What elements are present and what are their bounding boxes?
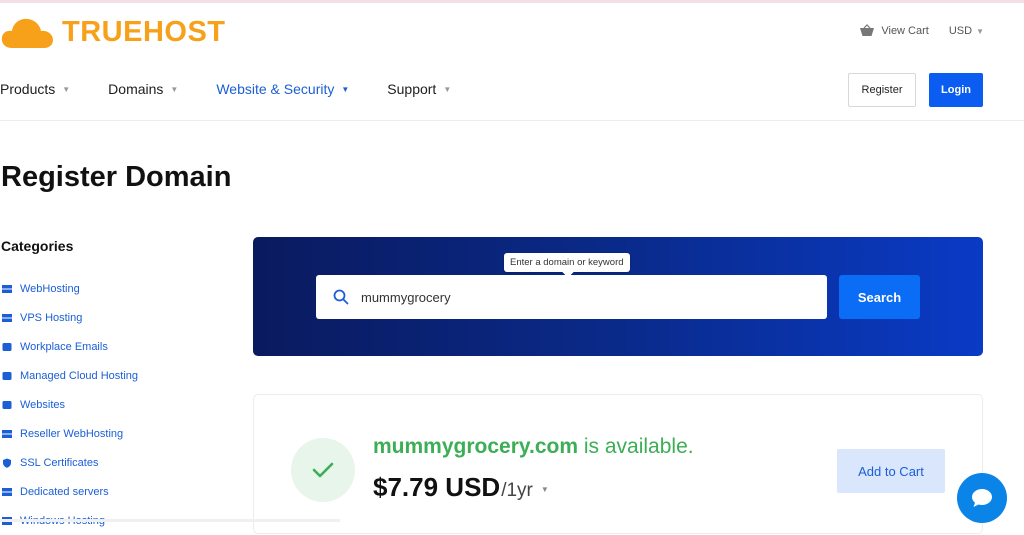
chevron-down-icon: ▼ xyxy=(443,84,452,94)
nav-item-products[interactable]: Products ▼ xyxy=(0,81,70,97)
chevron-down-icon[interactable]: ▼ xyxy=(541,485,549,494)
top-accent-line xyxy=(0,0,1024,3)
chevron-down-icon: ▼ xyxy=(341,84,350,94)
categories-list: WebHosting VPS Hosting Workplace Emails … xyxy=(2,274,138,535)
search-box[interactable] xyxy=(316,275,827,319)
category-item-webhosting[interactable]: WebHosting xyxy=(2,274,138,303)
categories-heading: Categories xyxy=(1,238,74,254)
cloud-logo-icon xyxy=(1,18,54,48)
currency-selector[interactable]: USD ▼ xyxy=(949,25,984,37)
category-label: WebHosting xyxy=(20,282,80,295)
chevron-down-icon: ▼ xyxy=(976,27,984,36)
server-icon xyxy=(2,429,12,438)
header-divider xyxy=(0,120,1024,121)
category-label: Managed Cloud Hosting xyxy=(20,369,139,382)
nav-item-label: Support xyxy=(387,81,437,97)
category-label: Dedicated servers xyxy=(20,485,109,498)
nav-item-label: Products xyxy=(0,81,56,97)
main-nav: Products ▼ Domains ▼ Website & Security ▼ S… xyxy=(0,81,489,97)
server-icon xyxy=(2,313,12,322)
nav-item-domains[interactable]: Domains ▼ xyxy=(108,81,178,97)
category-label: Websites xyxy=(20,398,66,411)
category-item-managed-cloud-hosting[interactable]: Managed Cloud Hosting xyxy=(2,361,138,390)
price-line: $7.79 USD /1yr ▼ xyxy=(373,472,549,503)
nav-item-website-security[interactable]: Website & Security ▼ xyxy=(216,81,349,97)
category-item-vps-hosting[interactable]: VPS Hosting xyxy=(2,303,138,332)
box-icon xyxy=(2,371,12,380)
login-button[interactable]: Login xyxy=(929,73,983,107)
category-item-workplace-emails[interactable]: Workplace Emails xyxy=(2,332,138,361)
nav-item-support[interactable]: Support ▼ xyxy=(387,81,451,97)
category-label: Workplace Emails xyxy=(20,340,108,353)
result-status-text: is available. xyxy=(578,435,694,458)
nav-item-label: Domains xyxy=(108,81,164,97)
billing-period-selector[interactable]: /1yr xyxy=(501,480,533,502)
category-label: VPS Hosting xyxy=(20,311,83,324)
brand-name: TRUEHOST xyxy=(62,15,226,48)
category-item-websites[interactable]: Websites xyxy=(2,390,138,419)
category-item-dedicated-servers[interactable]: Dedicated servers xyxy=(2,477,138,506)
shield-icon xyxy=(3,458,11,468)
chevron-down-icon: ▼ xyxy=(170,84,179,94)
chevron-down-icon: ▼ xyxy=(62,84,71,94)
search-icon xyxy=(333,289,349,305)
available-check-badge xyxy=(291,438,355,502)
nav-item-label: Website & Security xyxy=(216,81,335,97)
domain-price: $7.79 USD xyxy=(373,472,501,502)
server-icon xyxy=(2,284,12,293)
search-tooltip: Enter a domain or keyword xyxy=(504,253,630,272)
search-button[interactable]: Search xyxy=(839,275,920,319)
box-icon xyxy=(2,400,12,409)
checkmark-icon xyxy=(312,462,334,478)
domain-search-input[interactable] xyxy=(361,289,801,305)
category-item-ssl-certificates[interactable]: SSL Certificates xyxy=(2,448,138,477)
chat-bubble-icon xyxy=(972,489,992,507)
add-to-cart-button[interactable]: Add to Cart xyxy=(837,449,945,493)
truehost-logo[interactable]: TRUEHOST xyxy=(0,14,226,50)
view-cart-link[interactable]: View Cart xyxy=(881,25,928,37)
category-label: Reseller WebHosting xyxy=(20,427,124,440)
basket-icon[interactable] xyxy=(859,24,875,38)
chat-widget-button[interactable] xyxy=(957,473,1007,523)
page-title: Register Domain xyxy=(1,161,232,193)
result-domain-name: mummygrocery.com xyxy=(373,435,579,458)
category-item-reseller-webhosting[interactable]: Reseller WebHosting xyxy=(2,419,138,448)
box-icon xyxy=(2,342,12,351)
currency-label: USD xyxy=(948,25,973,37)
server-icon xyxy=(2,487,12,496)
availability-message: mummygrocery.com is available. xyxy=(373,435,694,459)
register-button[interactable]: Register xyxy=(848,73,916,107)
top-utility-bar: View Cart USD ▼ xyxy=(859,24,984,38)
category-label: SSL Certificates xyxy=(20,456,99,469)
